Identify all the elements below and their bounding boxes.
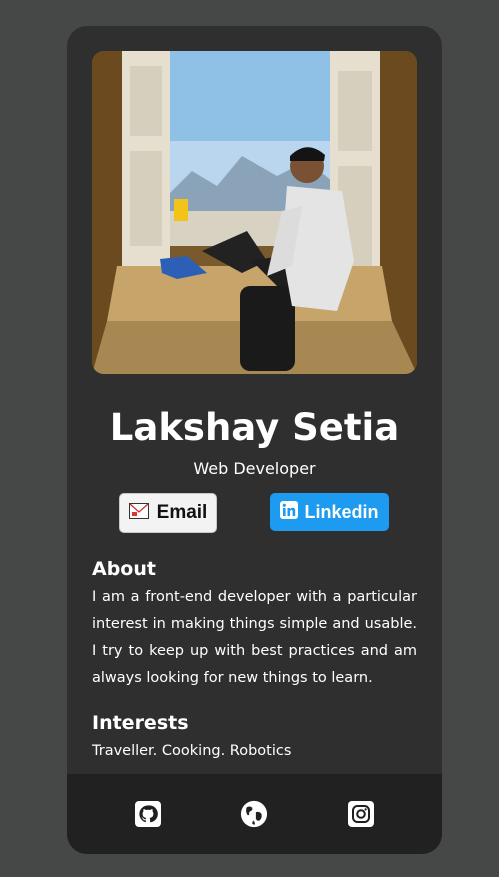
github-icon[interactable]	[134, 800, 162, 828]
linkedin-button[interactable]: Linkedin	[270, 493, 389, 531]
linkedin-button-label: Linkedin	[304, 501, 379, 522]
social-footer	[67, 774, 442, 854]
about-heading: About	[92, 558, 156, 580]
profile-card: Lakshay Setia Web Developer Email Linked…	[67, 26, 442, 854]
profile-photo	[92, 51, 417, 374]
email-button[interactable]: Email	[119, 493, 217, 533]
envelope-icon	[128, 503, 149, 523]
globe-icon[interactable]	[240, 800, 268, 828]
interests-text: Traveller. Cooking. Robotics	[92, 743, 292, 759]
email-button-label: Email	[156, 502, 208, 523]
instagram-icon[interactable]	[347, 800, 375, 828]
about-text: I am a front-end developer with a partic…	[92, 589, 417, 686]
profile-name: Lakshay Setia	[109, 406, 400, 449]
interests-heading: Interests	[92, 712, 189, 734]
linkedin-icon	[280, 501, 299, 523]
profile-role: Web Developer	[193, 459, 316, 478]
